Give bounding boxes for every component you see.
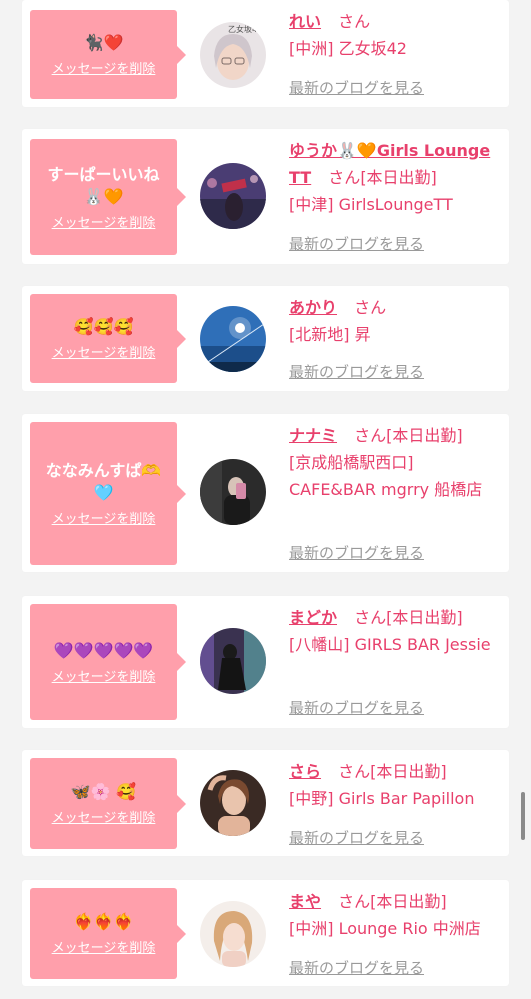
- latest-blog-link[interactable]: 最新のブログを見る: [289, 697, 424, 718]
- latest-blog-link[interactable]: 最新のブログを見る: [289, 542, 424, 563]
- cast-info: さら さん[本日出勤] [中野] Girls Bar Papillon: [289, 758, 501, 812]
- shop-name: [中洲] Lounge Rio 中洲店: [289, 919, 481, 938]
- message-list: 🐈‍⬛❤️ メッセージを削除 乙女坂42 れい さん [中洲] 乙女坂42 最新…: [0, 0, 531, 999]
- cast-name-link[interactable]: まや: [289, 892, 321, 911]
- avatar[interactable]: 乙女坂42: [200, 22, 266, 88]
- status-label: [本日出勤]: [370, 762, 447, 781]
- honorific: さん: [354, 426, 387, 445]
- message-text: 💜💜💜💜💜: [53, 640, 154, 660]
- avatar[interactable]: [200, 459, 266, 525]
- shop-name: [中洲] 乙女坂42: [289, 39, 407, 58]
- shop-name: [中津] GirlsLoungeTT: [289, 195, 453, 214]
- message-bubble: 🐈‍⬛❤️ メッセージを削除: [30, 10, 186, 99]
- message-card: 💜💜💜💜💜 メッセージを削除 まどか さん[本日出勤] [八幡山] GIRLS …: [22, 596, 509, 728]
- delete-message-link[interactable]: メッセージを削除: [52, 807, 156, 826]
- status-label: [本日出勤]: [370, 892, 447, 911]
- message-text: 🐈‍⬛❤️: [83, 33, 124, 52]
- avatar-photo: [200, 901, 266, 967]
- cast-info: ナナミ さん[本日出勤] [京成船橋駅西口] CAFE&BAR mgrry 船橋…: [289, 422, 501, 503]
- message-text: 🥰🥰🥰: [73, 317, 134, 336]
- latest-blog-link[interactable]: 最新のブログを見る: [289, 77, 424, 98]
- message-text: すーぱーいいね🐰🧡: [47, 164, 160, 206]
- shop-name: [中野] Girls Bar Papillon: [289, 789, 475, 808]
- latest-blog-link[interactable]: 最新のブログを見る: [289, 957, 424, 978]
- delete-message-link[interactable]: メッセージを削除: [52, 937, 156, 956]
- cast-name-link[interactable]: まどか: [289, 608, 337, 627]
- message-card: 🐈‍⬛❤️ メッセージを削除 乙女坂42 れい さん [中洲] 乙女坂42 最新…: [22, 0, 509, 107]
- scrollbar[interactable]: [521, 792, 525, 840]
- delete-message-link[interactable]: メッセージを削除: [52, 342, 156, 361]
- avatar[interactable]: [200, 901, 266, 967]
- avatar-caption: 乙女坂42: [228, 24, 262, 34]
- cast-name-link[interactable]: あかり: [289, 298, 337, 317]
- message-bubble: 🦋🌸 🥰 メッセージを削除: [30, 758, 186, 849]
- avatar-photo: [200, 459, 266, 525]
- message-bubble: 🥰🥰🥰 メッセージを削除: [30, 294, 186, 383]
- honorific: さん: [338, 12, 371, 31]
- delete-message-link[interactable]: メッセージを削除: [52, 212, 156, 231]
- avatar-photo: [200, 770, 266, 836]
- cast-name-link[interactable]: さら: [289, 762, 321, 781]
- status-label: [本日出勤]: [386, 608, 463, 627]
- latest-blog-link[interactable]: 最新のブログを見る: [289, 827, 424, 848]
- status-label: [本日出勤]: [360, 168, 437, 187]
- message-bubble: ななみんすぱ🫶🩵 メッセージを削除: [30, 422, 186, 565]
- message-text: 🦋🌸 🥰: [70, 782, 137, 801]
- status-label: [本日出勤]: [386, 426, 463, 445]
- message-card: すーぱーいいね🐰🧡 メッセージを削除 ゆうか🐰🧡Girls Lounge TT …: [22, 129, 509, 264]
- cast-info: れい さん [中洲] 乙女坂42: [289, 8, 501, 62]
- cast-info: ゆうか🐰🧡Girls Lounge TT さん[本日出勤] [中津] Girls…: [289, 137, 501, 218]
- delete-message-link[interactable]: メッセージを削除: [52, 666, 156, 685]
- message-bubble: すーぱーいいね🐰🧡 メッセージを削除: [30, 139, 186, 255]
- avatar-photo: [200, 628, 266, 694]
- shop-name: [北新地] 昇: [289, 325, 371, 344]
- avatar[interactable]: [200, 770, 266, 836]
- avatar[interactable]: [200, 163, 266, 229]
- honorific: さん: [354, 608, 387, 627]
- message-card: 🦋🌸 🥰 メッセージを削除 さら さん[本日出勤] [中野] Girls Bar…: [22, 750, 509, 856]
- latest-blog-link[interactable]: 最新のブログを見る: [289, 233, 424, 254]
- avatar[interactable]: [200, 628, 266, 694]
- honorific: さん: [354, 298, 387, 317]
- message-card: ❤️‍🔥❤️‍🔥❤️‍🔥 メッセージを削除 まや さん[本日出勤] [中洲] L…: [22, 880, 509, 986]
- shop-name: [八幡山] GIRLS BAR Jessie: [289, 635, 491, 654]
- avatar-photo: 乙女坂42: [200, 22, 266, 88]
- avatar-photo: [200, 163, 266, 229]
- honorific: さん: [328, 168, 361, 187]
- cast-name-link[interactable]: れい: [289, 12, 321, 31]
- latest-blog-link[interactable]: 最新のブログを見る: [289, 361, 424, 382]
- avatar[interactable]: [200, 306, 266, 372]
- honorific: さん: [338, 762, 371, 781]
- delete-message-link[interactable]: メッセージを削除: [52, 508, 156, 527]
- message-text: ななみんすぱ🫶🩵: [45, 461, 162, 502]
- honorific: さん: [338, 892, 371, 911]
- cast-info: まや さん[本日出勤] [中洲] Lounge Rio 中洲店: [289, 888, 501, 942]
- shop-name: [京成船橋駅西口] CAFE&BAR mgrry 船橋店: [289, 453, 483, 499]
- message-bubble: ❤️‍🔥❤️‍🔥❤️‍🔥 メッセージを削除: [30, 888, 186, 979]
- message-card: ななみんすぱ🫶🩵 メッセージを削除 ナナミ さん[本日出勤] [京成船橋駅西口]…: [22, 414, 509, 572]
- avatar-photo: [200, 306, 266, 372]
- delete-message-link[interactable]: メッセージを削除: [52, 58, 156, 77]
- message-text: ❤️‍🔥❤️‍🔥❤️‍🔥: [73, 912, 134, 931]
- cast-info: あかり さん [北新地] 昇: [289, 294, 501, 348]
- cast-info: まどか さん[本日出勤] [八幡山] GIRLS BAR Jessie: [289, 604, 501, 658]
- message-bubble: 💜💜💜💜💜 メッセージを削除: [30, 604, 186, 720]
- cast-name-link[interactable]: ナナミ: [289, 426, 337, 445]
- message-card: 🥰🥰🥰 メッセージを削除 あかり さん [北新地] 昇 最新のブログを見る: [22, 286, 509, 391]
